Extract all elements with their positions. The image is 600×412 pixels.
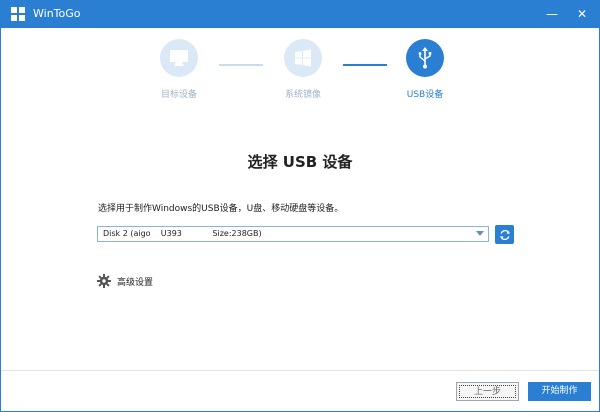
refresh-button[interactable] [495,225,514,244]
chevron-down-icon[interactable] [476,231,484,236]
refresh-icon [499,229,510,240]
windows-icon [284,39,322,77]
step-system-image: 系统镜像 [263,39,343,100]
previous-step-label: 上一步 [459,385,516,398]
instruction-text: 选择用于制作Windows的USB设备，U盘、移动硬盘等设备。 [98,204,344,214]
footer-divider [1,370,599,371]
page-title: 选择 USB 设备 [247,153,353,171]
gear-icon [97,274,111,288]
step-indicator: 目标设备 系统镜像 USB设备 [1,39,599,119]
advanced-settings-link[interactable]: 高级设置 [97,274,153,288]
title-bar[interactable]: WinToGo — ✕ [1,1,599,28]
step-connector [343,64,387,66]
usb-icon [406,39,444,77]
start-create-button[interactable]: 开始制作 [528,382,591,401]
step-target-device: 目标设备 [139,39,219,100]
window-title: WinToGo [33,7,81,20]
step-connector [219,64,263,66]
step-label: USB设备 [406,90,444,100]
previous-step-button[interactable]: 上一步 [456,382,519,401]
minimize-button[interactable]: — [539,3,565,25]
selected-device: Disk 2 (aigo U393 Size:238GB) [103,229,262,238]
app-icon [11,7,25,21]
close-button[interactable]: ✕ [569,3,595,25]
advanced-settings-label: 高级设置 [117,277,154,288]
app-window: WinToGo — ✕ 目标设备 系统镜像 USB设备 选择 USB 设备 选择… [0,0,600,412]
usb-device-select[interactable]: Disk 2 (aigo U393 Size:238GB) [97,226,489,242]
monitor-icon [160,39,198,77]
step-usb-device: USB设备 [385,39,465,100]
step-label: 目标设备 [160,90,197,100]
step-label: 系统镜像 [284,90,321,100]
